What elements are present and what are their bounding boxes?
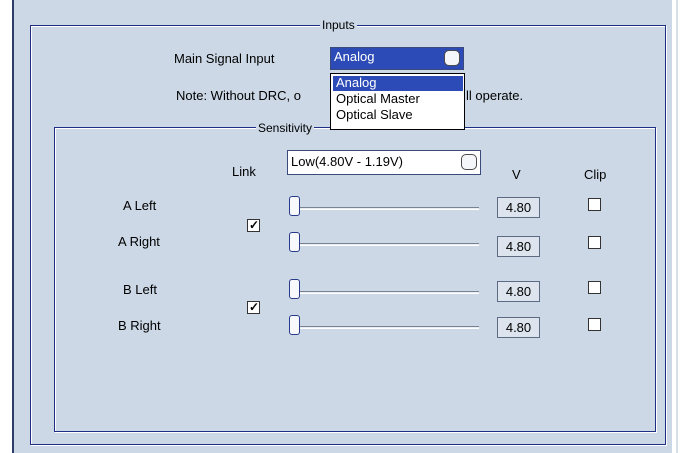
sensitivity-range-select[interactable]: Low(4.80V - 1.19V) [287, 150, 481, 175]
channel-label-a-left: A Left [123, 198, 157, 213]
slider-thumb-a-left[interactable] [289, 196, 300, 216]
main-signal-dropdown-list: Analog Optical Master Optical Slave [330, 73, 465, 130]
dropdown-option-optical-master[interactable]: Optical Master [333, 92, 463, 107]
note-text-left: Note: Without DRC, o [176, 88, 301, 103]
clip-checkbox-b-left[interactable] [588, 281, 601, 294]
sensitivity-range-value: Low(4.80V - 1.19V) [291, 154, 404, 169]
panel-border [676, 0, 678, 453]
link-checkbox-a[interactable]: ✓ [247, 218, 260, 232]
dropdown-button[interactable] [461, 154, 477, 170]
slider-track-b-right[interactable] [297, 326, 479, 329]
slider-thumb-b-left[interactable] [289, 279, 300, 299]
value-a-right: 4.80 [497, 236, 540, 257]
main-signal-value: Analog [334, 49, 375, 64]
link-checkbox-b[interactable]: ✓ [247, 300, 260, 314]
main-signal-label: Main Signal Input [174, 51, 275, 66]
slider-thumb-a-right[interactable] [289, 232, 300, 252]
clip-checkbox-b-right[interactable] [588, 318, 601, 331]
slider-track-a-right[interactable] [297, 243, 479, 246]
dropdown-option-analog[interactable]: Analog [333, 76, 463, 91]
panel-border [12, 0, 14, 453]
sensitivity-group-title: Sensitivity [256, 121, 315, 135]
checkmark-icon: ✓ [249, 218, 260, 232]
main-signal-select[interactable]: Analog [330, 47, 464, 70]
value-b-right: 4.80 [497, 317, 540, 338]
v-header: V [512, 167, 521, 182]
clip-checkbox-a-left[interactable] [588, 198, 601, 211]
channel-label-b-right: B Right [118, 318, 161, 333]
channel-label-b-left: B Left [123, 282, 157, 297]
slider-track-b-left[interactable] [297, 291, 479, 294]
slider-thumb-b-right[interactable] [289, 315, 300, 335]
clip-header: Clip [584, 167, 607, 182]
slider-track-a-left[interactable] [297, 207, 479, 210]
link-header: Link [232, 164, 256, 179]
value-a-left: 4.80 [497, 197, 540, 218]
value-b-left: 4.80 [497, 281, 540, 302]
note-text-right: ll operate. [466, 88, 524, 103]
dropdown-button[interactable] [444, 50, 460, 66]
channel-label-a-right: A Right [118, 234, 160, 249]
checkmark-icon: ✓ [249, 300, 260, 314]
clip-checkbox-a-right[interactable] [588, 236, 601, 249]
inputs-group-title: Inputs [320, 18, 357, 32]
dropdown-option-optical-slave[interactable]: Optical Slave [333, 108, 463, 123]
